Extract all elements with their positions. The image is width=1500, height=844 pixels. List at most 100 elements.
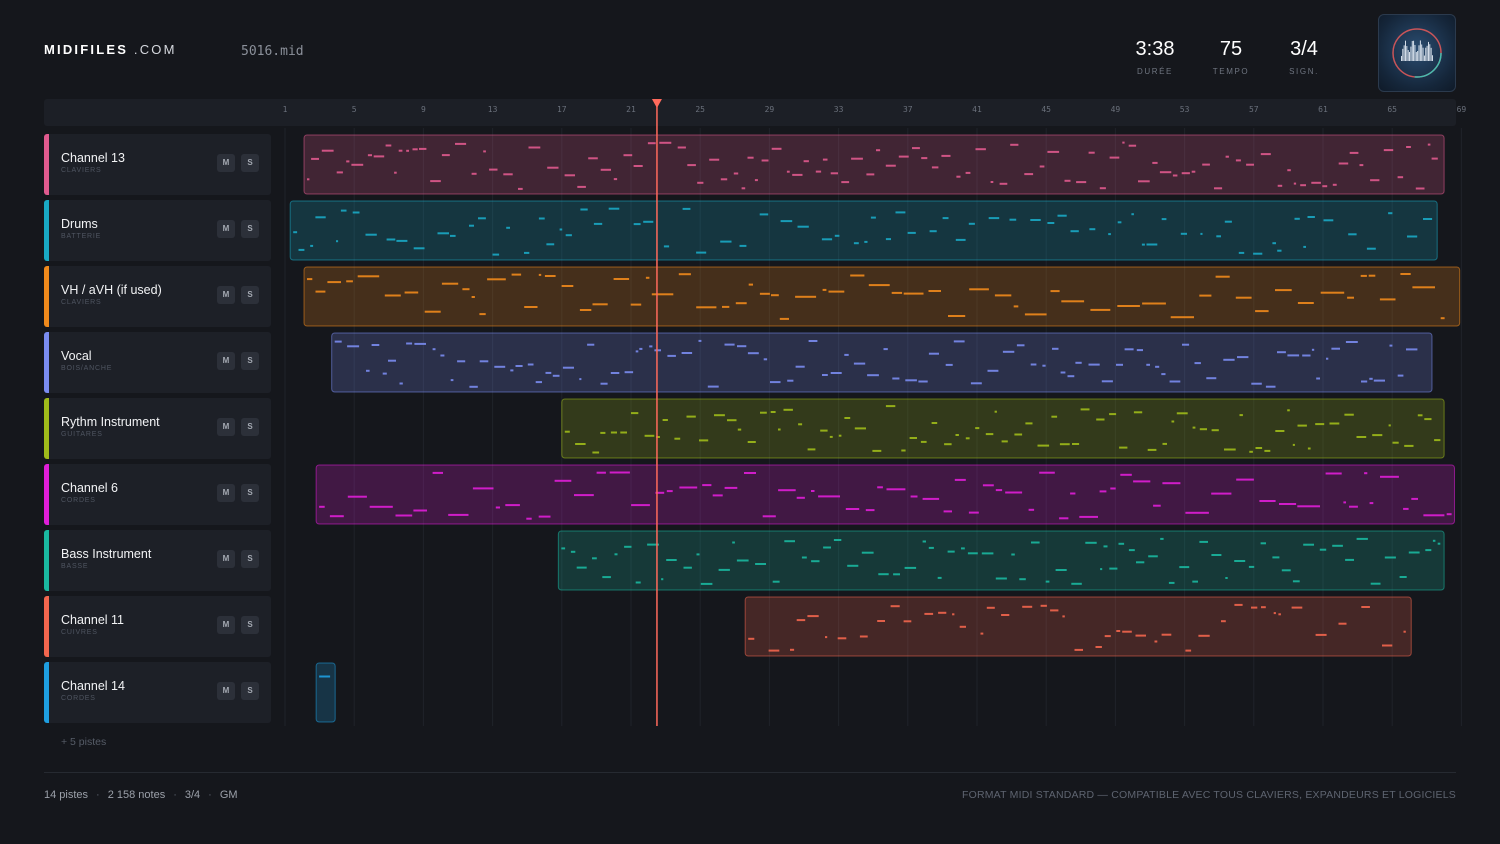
- midi-note: [687, 164, 696, 167]
- midi-note: [1028, 508, 1035, 511]
- midi-note: [1297, 424, 1307, 427]
- midi-note: [1072, 443, 1080, 445]
- midi-note: [985, 433, 994, 436]
- midi-note: [1198, 634, 1210, 637]
- midi-note: [1179, 566, 1190, 569]
- midi-note: [968, 222, 975, 225]
- midi-note: [808, 340, 818, 342]
- midi-note: [307, 278, 313, 281]
- midi-note: [469, 385, 478, 388]
- midi-note: [293, 231, 298, 234]
- midi-note: [815, 170, 822, 173]
- footer-note-count: 2 158 notes: [107, 789, 166, 801]
- midi-note: [1356, 537, 1368, 540]
- more-tracks-link[interactable]: + 5 pistes: [61, 736, 106, 748]
- midi-note: [1373, 379, 1385, 382]
- midi-note: [877, 620, 885, 622]
- midi-note: [336, 171, 343, 174]
- midi-note: [986, 606, 995, 609]
- midi-note: [394, 171, 397, 174]
- midi-note: [1108, 233, 1111, 236]
- midi-note: [424, 310, 441, 313]
- midi-note: [759, 213, 769, 216]
- midi-note: [487, 278, 506, 281]
- midi-note: [747, 352, 759, 355]
- midi-note: [1319, 548, 1327, 551]
- midi-note: [1074, 648, 1083, 651]
- midi-note: [1206, 377, 1217, 380]
- midi-note: [1005, 491, 1023, 494]
- midi-note: [651, 293, 674, 296]
- midi-note: [319, 675, 331, 678]
- midi-note: [744, 472, 756, 474]
- midi-note: [861, 551, 874, 554]
- midi-note: [1224, 220, 1232, 223]
- midi-note: [564, 174, 575, 177]
- midi-note: [334, 340, 342, 343]
- midi-note: [450, 234, 456, 237]
- midi-note: [768, 649, 780, 652]
- midi-note: [1303, 543, 1314, 546]
- midi-note: [807, 615, 819, 618]
- midi-note: [1146, 363, 1150, 366]
- midi-note: [1117, 305, 1140, 307]
- midi-note: [696, 553, 700, 556]
- midi-note: [987, 369, 999, 372]
- midi-note: [327, 281, 341, 284]
- midi-note: [1399, 576, 1407, 578]
- midi-note: [1370, 179, 1380, 182]
- midi-note: [892, 377, 900, 380]
- midi-note: [1161, 633, 1172, 636]
- midi-note: [559, 228, 563, 231]
- midi-note: [1185, 511, 1209, 514]
- midi-note: [593, 222, 603, 225]
- midi-note: [649, 345, 653, 348]
- midi-note: [1160, 537, 1164, 540]
- midi-note: [1251, 606, 1258, 609]
- midi-note: [1103, 545, 1108, 548]
- midi-note: [718, 568, 730, 571]
- midi-note: [1055, 569, 1067, 571]
- midi-note: [1311, 181, 1321, 184]
- midi-note: [1287, 169, 1291, 172]
- midi-note: [1253, 252, 1263, 255]
- midi-note: [1211, 429, 1219, 432]
- midi-note: [346, 160, 350, 163]
- midi-note: [1338, 622, 1347, 625]
- midi-note: [918, 380, 928, 383]
- midi-note: [659, 141, 672, 144]
- midi-note: [1199, 294, 1212, 297]
- midi-note: [885, 164, 896, 167]
- midi-note: [1191, 170, 1196, 173]
- midi-note: [1293, 182, 1297, 185]
- piano-roll[interactable]: [0, 0, 1500, 740]
- midi-note: [395, 514, 413, 517]
- midi-note: [347, 345, 360, 348]
- midi-note: [1168, 581, 1175, 584]
- midi-note: [432, 348, 436, 351]
- midi-note: [829, 435, 833, 438]
- midi-note: [613, 278, 630, 280]
- midi-note: [878, 573, 889, 576]
- midi-note: [483, 150, 486, 153]
- midi-note: [1348, 233, 1357, 236]
- midi-note: [1141, 243, 1145, 246]
- midi-note: [538, 515, 551, 518]
- midi-note: [700, 582, 713, 585]
- midi-note: [614, 553, 618, 556]
- midi-note: [1403, 630, 1406, 633]
- midi-note: [511, 273, 522, 276]
- midi-note: [1037, 444, 1050, 447]
- midi-note: [853, 362, 866, 365]
- midi-note: [698, 339, 702, 342]
- midi-note: [1272, 242, 1276, 245]
- midi-note: [821, 238, 833, 241]
- midi-note: [748, 283, 753, 286]
- midi-note: [1331, 347, 1340, 350]
- midi-note: [1315, 633, 1327, 636]
- midi-note: [904, 566, 917, 569]
- midi-note: [524, 251, 530, 254]
- playhead-marker: [651, 99, 662, 108]
- midi-note: [953, 340, 965, 343]
- midi-note: [1122, 630, 1132, 633]
